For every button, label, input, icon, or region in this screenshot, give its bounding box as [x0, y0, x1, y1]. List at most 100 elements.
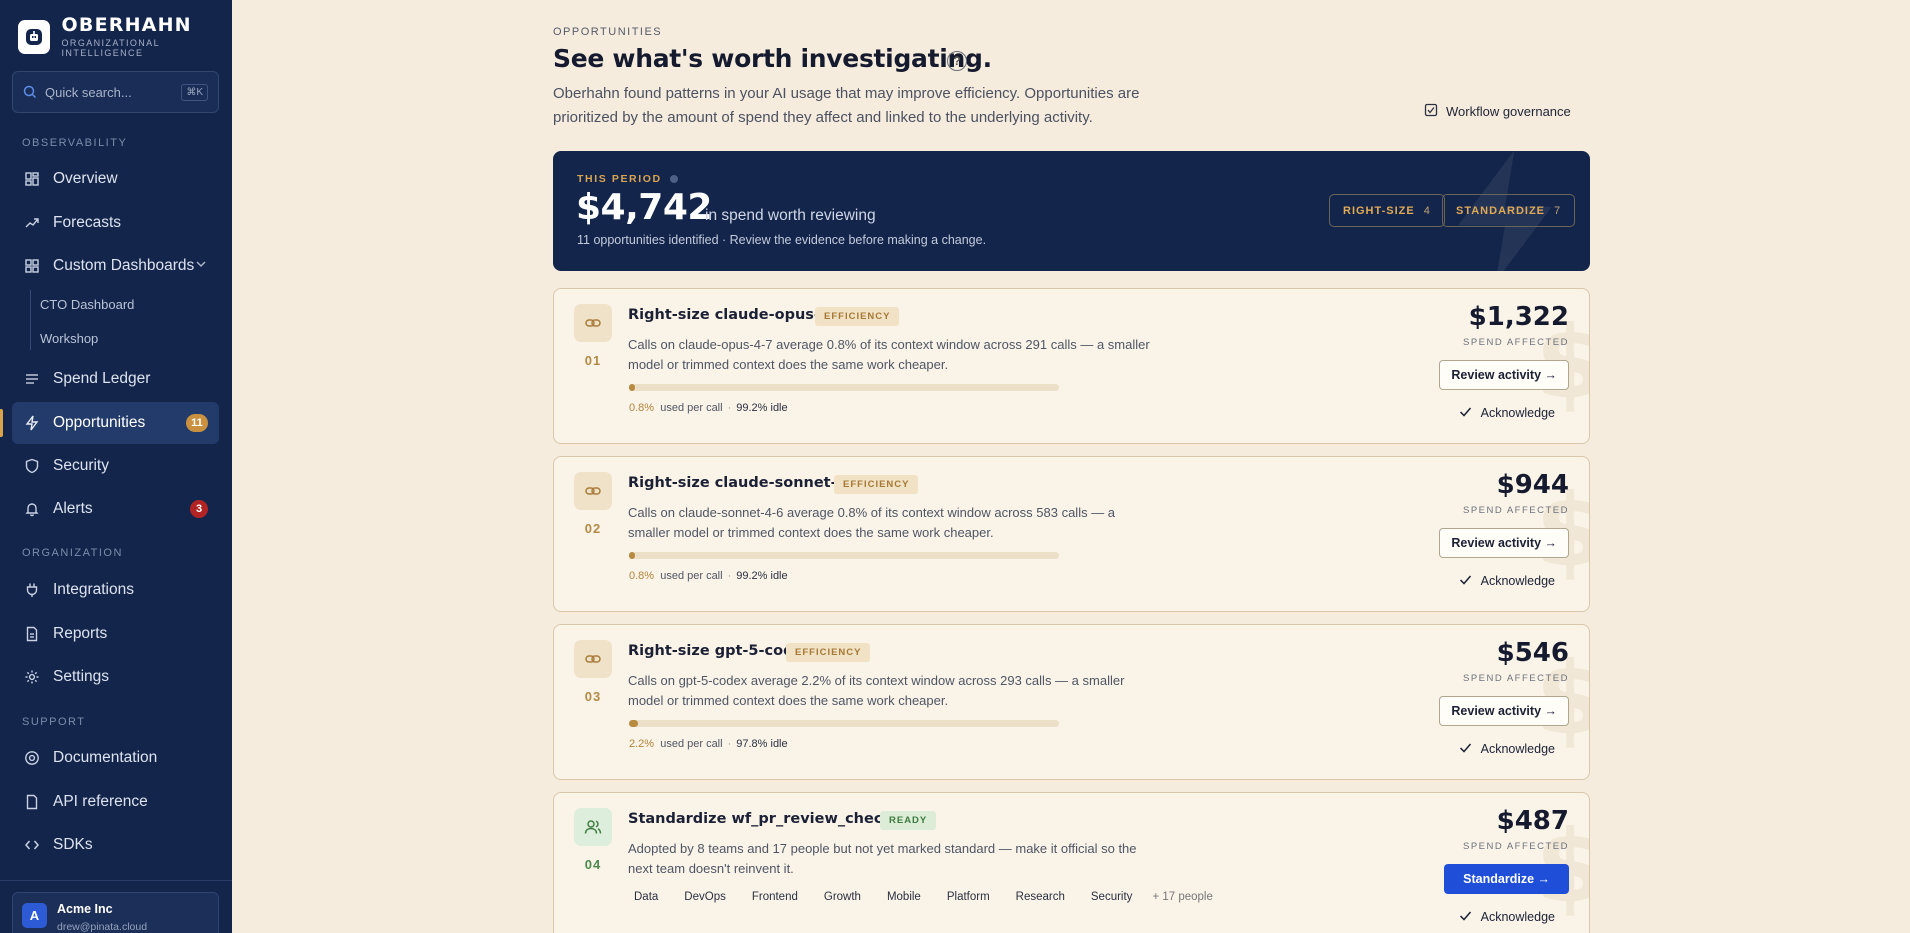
review-activity-button[interactable]: Review activity → [1439, 696, 1569, 726]
usage-meta: 0.8% used per call · 99.2% idle [629, 570, 788, 582]
section-organization: ORGANIZATION [22, 547, 123, 559]
idle-percent: 99.2% idle [736, 570, 788, 582]
filter-standardize[interactable]: STANDARDIZE 7 [1442, 194, 1576, 227]
nav-spend-ledger-label: Spend Ledger [53, 370, 151, 387]
info-dot-icon[interactable] [669, 175, 678, 183]
chevron-down-icon[interactable] [195, 257, 207, 275]
review-activity-button[interactable]: Review activity → [1439, 360, 1569, 390]
checkbox-icon [1424, 103, 1438, 120]
account-switcher[interactable]: A Acme Inc drew@pinata.cloud [12, 892, 219, 933]
nav-reports[interactable]: Reports [12, 613, 219, 655]
usage-meta: 0.8% used per call · 99.2% idle [629, 402, 788, 414]
nav-api-reference-label: API reference [53, 793, 148, 810]
filter-right-size[interactable]: RIGHT-SIZE 4 [1329, 194, 1445, 227]
spend-amount-label: SPEND AFFECTED [1463, 337, 1569, 348]
team-chip: Research [1015, 891, 1065, 903]
filter-standardize-count: 7 [1554, 204, 1562, 217]
quick-search[interactable]: Quick search... ⌘K [12, 71, 219, 113]
acknowledge-button[interactable]: Acknowledge [1459, 741, 1555, 757]
team-chips: Data DevOps Frontend Growth Mobile Platf… [628, 889, 1213, 905]
period-amount: $4,742 [576, 187, 712, 228]
team-chip: Frontend [751, 891, 798, 903]
bell-icon [23, 500, 41, 518]
context-usage-bar [629, 720, 1059, 727]
idle-percent: 99.2% idle [736, 402, 788, 414]
efficiency-tag: EFFICIENCY [786, 643, 871, 662]
workflow-governance-link[interactable]: Workflow governance [1424, 103, 1571, 120]
nav-documentation-label: Documentation [53, 749, 158, 766]
nav-overview-label: Overview [53, 170, 118, 187]
filter-right-size-label: RIGHT-SIZE [1343, 204, 1415, 217]
nav-api-reference[interactable]: API reference [12, 781, 219, 823]
period-label: THIS PERIOD [577, 173, 678, 185]
nav-settings-label: Settings [53, 668, 110, 685]
file-icon [23, 793, 41, 811]
nav-overview[interactable]: Overview [12, 158, 219, 200]
spend-amount: $1,322 [1468, 302, 1569, 332]
acknowledge-label: Acknowledge [1480, 910, 1555, 924]
nav-documentation[interactable]: Documentation [12, 737, 219, 779]
link-icon [574, 640, 612, 678]
account-divider [0, 880, 232, 881]
gear-icon [23, 668, 41, 686]
nav-custom-dashboards-label: Custom Dashboards [53, 257, 195, 274]
brand-name: OBERHAHN [61, 14, 192, 36]
period-summary: THIS PERIOD $4,742 in spend worth review… [553, 151, 1590, 271]
section-observability: OBSERVABILITY [22, 137, 128, 149]
card-number: 02 [584, 521, 602, 536]
nav-alerts-label: Alerts [53, 500, 93, 517]
nav-security[interactable]: Security [12, 445, 219, 487]
nav-forecasts-label: Forecasts [53, 214, 122, 231]
card-title: Right-size gpt-5-codex [628, 643, 813, 659]
team-chip: Data [634, 891, 659, 903]
nav-opportunities[interactable]: Opportunities 11 [12, 402, 219, 444]
nav-settings[interactable]: Settings [12, 656, 219, 698]
card-description: Calls on gpt-5-codex average 2.2% of its… [628, 673, 1125, 708]
ready-tag: READY [880, 811, 937, 830]
nav-reports-label: Reports [53, 625, 108, 642]
standardize-button[interactable]: Standardize → [1444, 864, 1569, 894]
nav-sdks-label: SDKs [53, 836, 93, 853]
acknowledge-button[interactable]: Acknowledge [1459, 405, 1555, 421]
brand-tagline: ORGANIZATIONAL INTELLIGENCE [61, 38, 160, 58]
nav-workshop[interactable]: Workshop [40, 331, 98, 346]
context-usage-bar [629, 384, 1059, 391]
nav-spend-ledger[interactable]: Spend Ledger [12, 358, 219, 400]
card-title: Standardize wf_pr_review_checklist [628, 811, 918, 827]
page-eyebrow: OPPORTUNITIES [553, 26, 663, 38]
team-chip: Platform [946, 891, 990, 903]
acknowledge-button[interactable]: Acknowledge [1459, 573, 1555, 589]
avatar: A [22, 903, 47, 928]
card-description: Adopted by 8 teams and 17 people but not… [628, 841, 1137, 876]
card-number: 01 [584, 353, 602, 368]
nav-sdks[interactable]: SDKs [12, 824, 219, 866]
period-amount-caption: in spend worth reviewing [705, 207, 876, 224]
nav-custom-dashboards[interactable]: Custom Dashboards [12, 245, 219, 287]
account-name: Acme Inc [57, 902, 113, 916]
help-icon[interactable]: ? [947, 51, 967, 71]
usage-label: used per call [660, 402, 723, 414]
usage-label: used per call [660, 738, 723, 750]
acknowledge-label: Acknowledge [1480, 742, 1555, 756]
spend-amount: $546 [1496, 638, 1569, 668]
brand[interactable]: OBERHAHN ORGANIZATIONAL INTELLIGENCE [18, 15, 232, 58]
period-note: 11 opportunities identified · Review the… [577, 233, 987, 247]
document-icon [23, 625, 41, 643]
nav-integrations[interactable]: Integrations [12, 569, 219, 611]
acknowledge-button[interactable]: Acknowledge [1459, 909, 1555, 925]
context-usage-fill [629, 720, 639, 727]
nav-alerts[interactable]: Alerts 3 [12, 488, 219, 530]
shield-icon [23, 457, 41, 475]
usage-percent: 0.8% [629, 570, 655, 582]
check-icon [1459, 405, 1472, 421]
opportunities-count-badge: 11 [186, 414, 208, 432]
nav-forecasts[interactable]: Forecasts [12, 202, 219, 244]
spend-amount-label: SPEND AFFECTED [1463, 841, 1569, 852]
help-circle-icon [23, 749, 41, 767]
filter-standardize-label: STANDARDIZE [1456, 204, 1546, 217]
nav-cto-dashboard[interactable]: CTO Dashboard [40, 297, 134, 312]
efficiency-tag: EFFICIENCY [815, 307, 900, 326]
period-label-text: THIS PERIOD [577, 173, 662, 185]
review-activity-button[interactable]: Review activity → [1439, 528, 1569, 558]
usage-meta: 2.2% used per call · 97.8% idle [629, 738, 788, 750]
